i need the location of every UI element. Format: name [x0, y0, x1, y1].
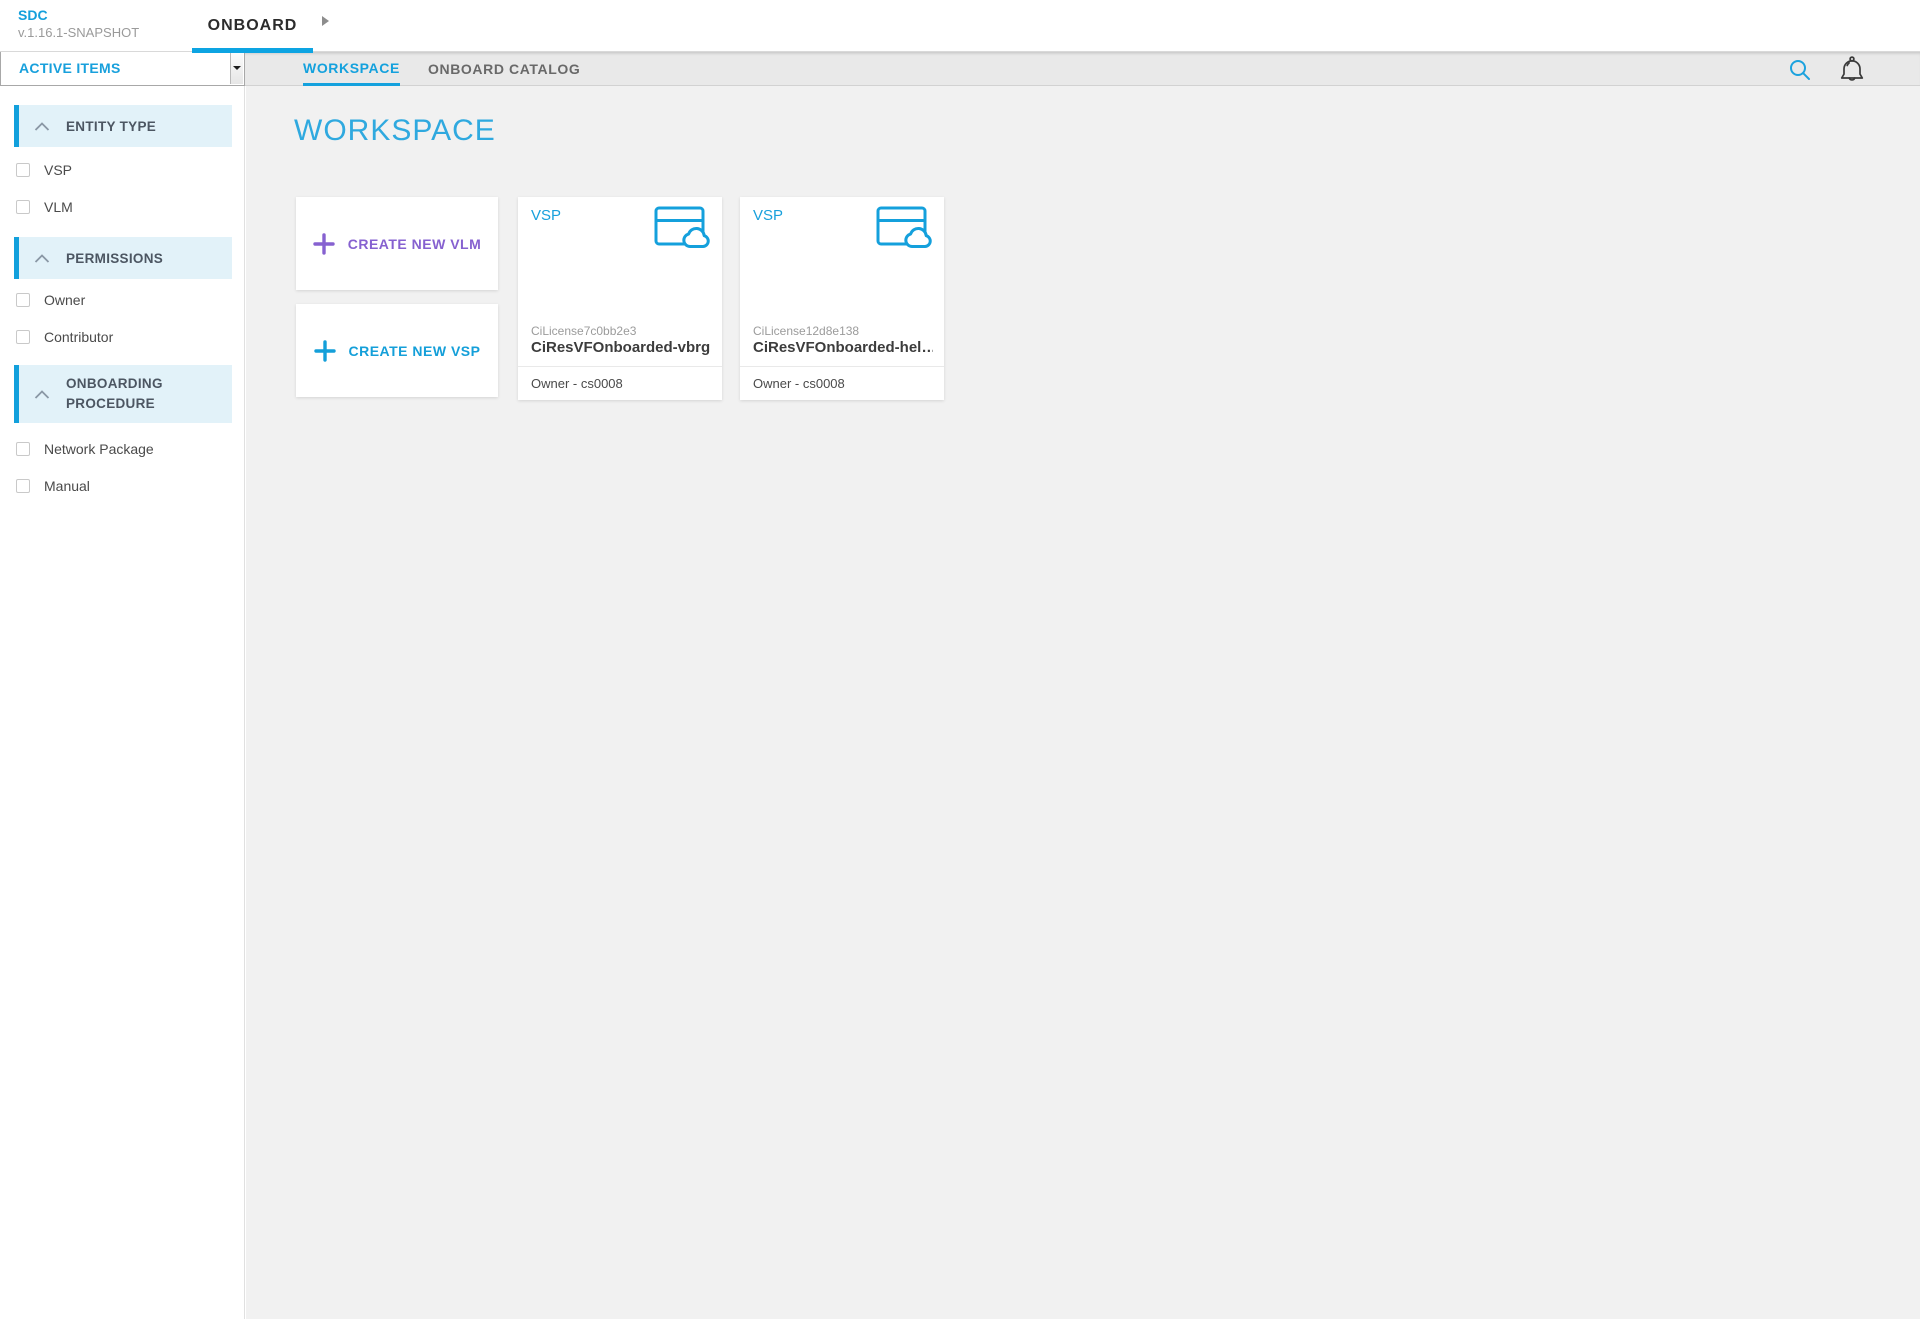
filter-vlm[interactable]: VLM [16, 197, 73, 217]
section-permissions[interactable]: PERMISSIONS [14, 237, 232, 279]
tab-workspace[interactable]: WORKSPACE [303, 52, 400, 86]
chevron-up-icon [34, 122, 50, 131]
create-new-vsp-button[interactable]: CREATE NEW VSP [296, 304, 498, 397]
section-title: PERMISSIONS [66, 251, 163, 266]
section-onboarding-procedure[interactable]: ONBOARDING PROCEDURE [14, 365, 232, 423]
nav-tab-onboard[interactable]: ONBOARD [192, 0, 313, 52]
filter-label: VLM [44, 199, 73, 215]
active-tab-underline [192, 48, 313, 53]
vlm-checkbox[interactable] [16, 200, 30, 214]
secondary-toolbar: ACTIVE ITEMS WORKSPACE ONBOARD CATALOG [0, 52, 1920, 86]
network-package-checkbox[interactable] [16, 442, 30, 456]
filter-label: Manual [44, 478, 90, 494]
card-name: CiResVFOnboarded-hel… [753, 339, 933, 356]
vsp-checkbox[interactable] [16, 163, 30, 177]
filter-label: Network Package [44, 441, 154, 457]
items-filter-select[interactable]: ACTIVE ITEMS [0, 49, 245, 86]
create-new-vlm-label: CREATE NEW VLM [348, 236, 482, 252]
filter-manual[interactable]: Manual [16, 476, 90, 496]
manual-checkbox[interactable] [16, 479, 30, 493]
card-license-id: CiLicense12d8e138 [753, 324, 859, 338]
workspace-content: WORKSPACE CREATE NEW VLM CREATE NEW VSP … [246, 86, 1920, 1319]
section-entity-type[interactable]: ENTITY TYPE [14, 105, 232, 147]
filter-contributor[interactable]: Contributor [16, 327, 113, 347]
vsp-card[interactable]: VSP CiLicense12d8e138 CiResVFOnboarded-h… [740, 197, 944, 400]
card-license-id: CiLicense7c0bb2e3 [531, 324, 636, 338]
chevron-up-icon [34, 390, 50, 399]
vsp-card[interactable]: VSP CiLicense7c0bb2e3 CiResVFOnboarded-v… [518, 197, 722, 400]
page-title: WORKSPACE [294, 114, 496, 148]
app-header: SDC v.1.16.1-SNAPSHOT ONBOARD [0, 0, 1920, 52]
filters-sidebar: ENTITY TYPE VSP VLM PERMISSIONS Owner Co… [0, 86, 245, 1319]
contributor-checkbox[interactable] [16, 330, 30, 344]
caret-down-icon [233, 66, 241, 70]
plus-icon [314, 340, 336, 362]
card-owner: Owner - cs0008 [753, 376, 845, 391]
vsp-software-product-icon [876, 206, 933, 254]
filter-label: VSP [44, 162, 72, 178]
filter-network-package[interactable]: Network Package [16, 439, 154, 459]
search-icon[interactable] [1786, 56, 1814, 84]
create-new-vsp-label: CREATE NEW VSP [349, 343, 481, 359]
items-filter-value: ACTIVE ITEMS [19, 60, 121, 76]
chevron-up-icon [34, 254, 50, 263]
notifications-bell-icon[interactable] [1838, 56, 1866, 84]
owner-checkbox[interactable] [16, 293, 30, 307]
card-divider [740, 366, 944, 367]
app-title: SDC [18, 7, 139, 25]
vsp-software-product-icon [654, 206, 711, 254]
nav-expand-arrow-icon[interactable] [322, 16, 329, 26]
sdc-logo[interactable]: SDC v.1.16.1-SNAPSHOT [18, 7, 139, 41]
app-version: v.1.16.1-SNAPSHOT [18, 25, 139, 41]
card-type-label: VSP [531, 207, 561, 224]
section-title: ENTITY TYPE [66, 119, 156, 134]
filter-label: Owner [44, 292, 85, 308]
plus-icon [313, 233, 335, 255]
tab-workspace-label: WORKSPACE [303, 60, 400, 76]
filter-label: Contributor [44, 329, 113, 345]
section-title: ONBOARDING PROCEDURE [66, 374, 206, 415]
filter-owner[interactable]: Owner [16, 290, 85, 310]
nav-tab-onboard-label: ONBOARD [208, 17, 298, 35]
card-name: CiResVFOnboarded-vbrg… [531, 339, 711, 356]
filter-vsp[interactable]: VSP [16, 160, 72, 180]
tab-onboard-catalog-label: ONBOARD CATALOG [428, 61, 580, 77]
card-owner: Owner - cs0008 [531, 376, 623, 391]
card-type-label: VSP [753, 207, 783, 224]
create-new-vlm-button[interactable]: CREATE NEW VLM [296, 197, 498, 290]
card-divider [518, 366, 722, 367]
tab-onboard-catalog[interactable]: ONBOARD CATALOG [428, 52, 580, 86]
select-dropdown-button[interactable] [230, 51, 243, 84]
